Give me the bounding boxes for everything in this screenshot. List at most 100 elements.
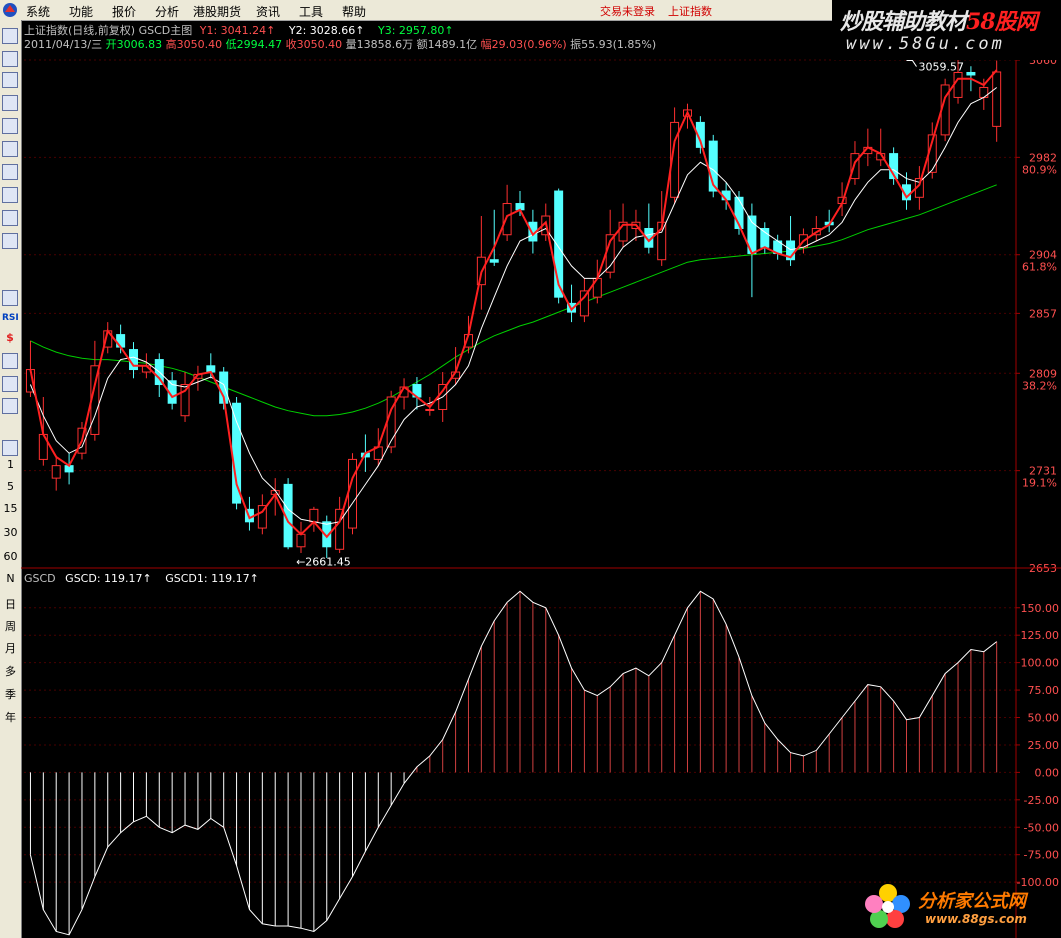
fx-icon[interactable] [2, 210, 18, 226]
indicator-line [29, 590, 998, 936]
chart-area[interactable]: 80.9%61.8%38.2%19.1% 3060298229042857280… [21, 20, 1061, 938]
period-3[interactable]: 30 [0, 526, 21, 539]
indicator-tick-label: 0.00 [1035, 766, 1060, 779]
ma-mid-line [29, 87, 998, 525]
line-chart-icon[interactable] [2, 72, 18, 88]
period-2[interactable]: 15 [0, 502, 21, 515]
news-icon[interactable] [2, 118, 18, 134]
bar-close: 收3050.40 [286, 37, 343, 51]
price-tick-label: 2904 [1029, 249, 1057, 262]
period-11[interactable]: 年 [0, 709, 21, 725]
price-tick-label: 2982 [1029, 151, 1057, 164]
fib-label: 38.2% [1022, 379, 1057, 392]
price-annotation: 3059.57 [918, 61, 964, 74]
bar-amplitude: 振55.93(1.85%) [570, 37, 656, 51]
bar-date: 2011/04/13/三 [24, 38, 102, 51]
brand-line2: www.58Gu.com [846, 34, 1005, 54]
indicator-tick-label: 75.00 [1028, 684, 1060, 697]
left-toolbar: RSI $1 5 15 30 60 N 日周月多季年 [0, 20, 22, 938]
menu-system[interactable]: 系统 [26, 3, 50, 20]
period-1[interactable]: 5 [0, 480, 21, 493]
indicator-tick-label: -50.00 [1024, 821, 1059, 834]
price-annotations: 3059.57 ←2661.45 [296, 60, 964, 568]
switch-icon[interactable] [2, 376, 18, 392]
period-6[interactable]: 日 [0, 596, 21, 612]
menu-tools[interactable]: 工具 [299, 3, 323, 20]
period-0[interactable]: 1 [0, 458, 21, 471]
header-line1: 上证指数(日线,前复权) GSCD主图 Y1: 3041.24↑ Y2: 302… [24, 23, 454, 37]
candle-body [348, 458, 358, 529]
period-10[interactable]: 季 [0, 686, 21, 702]
candlesticks [25, 60, 1002, 559]
annotation-pointer [906, 60, 917, 67]
app-logo-icon[interactable] [2, 2, 18, 18]
header-line2: 2011/04/13/三 开3006.83 高3050.40 低2994.47 … [24, 37, 656, 51]
indicator-tick-label: 25.00 [1028, 739, 1060, 752]
candle-body [51, 465, 61, 479]
f-icon[interactable] [2, 187, 18, 203]
ma-fast-line [29, 69, 998, 539]
flower-logo-icon [865, 884, 910, 928]
rsi-icon[interactable]: RSI [2, 310, 19, 326]
candle-body [953, 71, 963, 98]
indicator-header: GSCD GSCD: 119.17↑ GSCD1: 119.17↑ [24, 572, 259, 585]
grid-lines [24, 59, 1016, 569]
indicator-gscd: GSCD: 119.17↑ [65, 572, 152, 585]
period-5[interactable]: N [0, 572, 21, 585]
price-tick-label: 2731 [1029, 465, 1057, 478]
pencil-icon[interactable] [2, 398, 18, 414]
period-7[interactable]: 周 [0, 618, 21, 634]
fib-label: 80.9% [1022, 163, 1057, 176]
price-tick-label: 2857 [1029, 307, 1057, 320]
bar-high: 高3050.40 [166, 37, 223, 51]
table-icon[interactable] [2, 51, 18, 67]
fs-icon[interactable] [2, 440, 18, 456]
bar-low: 低2994.47 [226, 38, 283, 51]
menu-function[interactable]: 功能 [69, 3, 93, 20]
candle-body [309, 508, 319, 523]
indicator-title: GSCD [24, 572, 56, 585]
dollar-icon[interactable]: $ [2, 331, 18, 347]
y3-value: Y3: 2957.80↑ [377, 24, 454, 37]
candle-body [992, 71, 1002, 127]
menu-analysis[interactable]: 分析 [155, 3, 179, 20]
price-tick-label: 2809 [1029, 367, 1057, 380]
y2-value: Y2: 3028.66↑ [288, 24, 365, 37]
bar-open: 开3006.83 [106, 38, 163, 51]
zoom-icon[interactable] [2, 233, 18, 249]
indicator-tick-label: 150.00 [1021, 602, 1060, 615]
bar-amount: 额1489.1亿 [417, 38, 478, 51]
candle-body [850, 153, 860, 180]
candle-body [425, 408, 435, 411]
menu-help[interactable]: 帮助 [342, 3, 366, 20]
indicator-tick-label: -25.00 [1024, 794, 1059, 807]
kline-icon[interactable] [2, 95, 18, 111]
move-icon[interactable] [2, 353, 18, 369]
login-status[interactable]: 交易未登录 [600, 3, 655, 19]
candle-body [296, 533, 306, 548]
bar-volume: 量13858.6万 [346, 38, 414, 51]
indicator-gscd1: GSCD1: 119.17↑ [165, 572, 259, 585]
price-annotation: ←2661.45 [296, 555, 351, 568]
price-axis: 3060298229042857280927312653 [1016, 54, 1057, 575]
f10-icon[interactable] [2, 141, 18, 157]
indicator-tick-label: 50.00 [1028, 712, 1060, 725]
menu-info[interactable]: 资讯 [256, 3, 280, 20]
wave-icon[interactable] [2, 290, 18, 306]
report-icon[interactable] [2, 164, 18, 180]
period-9[interactable]: 多 [0, 663, 21, 679]
fib-labels: 80.9% 61.8% 38.2% 19.1% [1022, 163, 1057, 489]
fib-label: 19.1% [1022, 477, 1057, 490]
period-8[interactable]: 月 [0, 640, 21, 656]
candle-body [489, 259, 499, 263]
candle-body [760, 228, 770, 248]
indicator-tick-label: -75.00 [1024, 849, 1059, 862]
chart-title: 上证指数(日线,前复权) GSCD主图 [24, 23, 192, 37]
menu-quote[interactable]: 报价 [112, 3, 136, 20]
period-4[interactable]: 60 [0, 550, 21, 563]
indicator-bars [29, 591, 998, 935]
candle-body [966, 71, 976, 76]
grid-icon[interactable] [2, 28, 18, 44]
index-status: 上证指数 [668, 5, 712, 18]
menu-hk-futures[interactable]: 港股期货 [193, 3, 241, 20]
